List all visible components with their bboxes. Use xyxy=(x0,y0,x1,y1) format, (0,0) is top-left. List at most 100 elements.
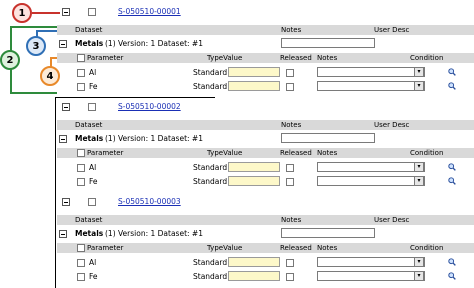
notes-column-header-2: Notes xyxy=(317,54,338,62)
typevalue-input[interactable] xyxy=(228,67,280,77)
notes-select[interactable] xyxy=(317,67,425,77)
sample-block: S-050510-00002 Dataset Notes User Desc Metal… xyxy=(57,98,474,193)
callout-3: 3 xyxy=(26,36,46,56)
sample-checkbox[interactable] xyxy=(88,198,96,206)
dataset-collapse-toggle[interactable] xyxy=(59,135,67,143)
notes-column-header-2: Notes xyxy=(317,244,338,252)
dataset-column-header: Dataset xyxy=(75,121,103,129)
condition-dropdown[interactable]: ▾ xyxy=(414,67,424,77)
select-all-parameters-checkbox[interactable] xyxy=(77,54,85,62)
condition-column-header: Condition xyxy=(410,244,444,252)
typevalue-input[interactable] xyxy=(228,257,280,267)
parameter-type: Standard xyxy=(193,68,228,77)
dropdown-arrow-icon: ▾ xyxy=(417,82,421,89)
dataset-name: Metals xyxy=(75,39,104,48)
magnifier-icon[interactable] xyxy=(448,258,456,266)
released-checkbox[interactable] xyxy=(286,164,294,172)
typevalue-input[interactable] xyxy=(228,162,280,172)
parameter-type: Standard xyxy=(193,258,228,267)
parameter-checkbox[interactable] xyxy=(77,259,85,267)
condition-dropdown[interactable]: ▾ xyxy=(414,257,424,267)
parameter-checkbox[interactable] xyxy=(77,83,85,91)
magnifier-icon[interactable] xyxy=(448,177,456,185)
parameter-type: Standard xyxy=(193,272,228,281)
sample-collapse-toggle[interactable] xyxy=(62,8,70,16)
dataset-meta: (1) Version: 1 Dataset: #1 xyxy=(105,39,203,48)
parameter-column-header: Parameter xyxy=(87,54,124,62)
notes-column-header: Notes xyxy=(281,26,302,34)
released-checkbox[interactable] xyxy=(286,69,294,77)
typevalue-column-header: TypeValue xyxy=(207,149,243,157)
sample-checkbox[interactable] xyxy=(88,103,96,111)
condition-dropdown[interactable]: ▾ xyxy=(414,81,424,91)
callout-4-label: 4 xyxy=(46,70,54,82)
sample-collapse-toggle[interactable] xyxy=(62,198,70,206)
callout-2-bracket-top xyxy=(10,26,57,28)
sample-checkbox[interactable] xyxy=(88,8,96,16)
callout-1-label: 1 xyxy=(18,7,26,19)
typevalue-column-header: TypeValue xyxy=(207,54,243,62)
typevalue-input[interactable] xyxy=(228,176,280,186)
magnifier-icon[interactable] xyxy=(448,68,456,76)
user-desc-column-header: User Desc xyxy=(374,121,410,129)
dataset-notes-input[interactable] xyxy=(281,133,375,143)
dataset-notes-input[interactable] xyxy=(281,228,375,238)
magnifier-icon[interactable] xyxy=(448,272,456,280)
released-checkbox[interactable] xyxy=(286,178,294,186)
sample-block: S-050510-00003 Dataset Notes User Desc Metal… xyxy=(57,193,474,288)
released-checkbox[interactable] xyxy=(286,273,294,281)
notes-select[interactable] xyxy=(317,271,425,281)
notes-select[interactable] xyxy=(317,257,425,267)
notes-select[interactable] xyxy=(317,81,425,91)
dropdown-arrow-icon: ▾ xyxy=(417,163,421,170)
parameter-name: Fe xyxy=(89,82,98,91)
magnifier-icon[interactable] xyxy=(448,163,456,171)
dataset-column-header: Dataset xyxy=(75,26,103,34)
dataset-header-bar: Dataset Notes User Desc xyxy=(57,215,474,225)
select-all-parameters-checkbox[interactable] xyxy=(77,244,85,252)
parameter-checkbox[interactable] xyxy=(77,69,85,77)
sample-block: S-050510-00001 Dataset Notes User Desc Metal… xyxy=(57,3,474,98)
condition-dropdown[interactable]: ▾ xyxy=(414,271,424,281)
parameter-column-header: Parameter xyxy=(87,149,124,157)
notes-column-header: Notes xyxy=(281,121,302,129)
sample-id-link[interactable]: S-050510-00001 xyxy=(118,7,181,16)
parameter-header-bar: Parameter TypeValue Released Notes Condition xyxy=(57,148,474,158)
dataset-notes-input[interactable] xyxy=(281,38,375,48)
parameter-type: Standard xyxy=(193,163,228,172)
dataset-collapse-toggle[interactable] xyxy=(59,40,67,48)
condition-dropdown[interactable]: ▾ xyxy=(414,176,424,186)
sample-collapse-toggle[interactable] xyxy=(62,103,70,111)
released-checkbox[interactable] xyxy=(286,83,294,91)
parameter-column-header: Parameter xyxy=(87,244,124,252)
notes-select[interactable] xyxy=(317,162,425,172)
condition-column-header: Condition xyxy=(410,149,444,157)
condition-dropdown[interactable]: ▾ xyxy=(414,162,424,172)
parameter-name: Al xyxy=(89,163,97,172)
parameter-type: Standard xyxy=(193,82,228,91)
dataset-meta: (1) Version: 1 Dataset: #1 xyxy=(105,134,203,143)
dataset-collapse-toggle[interactable] xyxy=(59,230,67,238)
notes-select[interactable] xyxy=(317,176,425,186)
dataset-name: Metals xyxy=(75,229,104,238)
callout-1-leader xyxy=(32,12,60,14)
select-all-parameters-checkbox[interactable] xyxy=(77,149,85,157)
user-desc-column-header: User Desc xyxy=(374,216,410,224)
parameter-checkbox[interactable] xyxy=(77,164,85,172)
parameter-header-bar: Parameter TypeValue Released Notes Condition xyxy=(57,243,474,253)
magnifier-icon[interactable] xyxy=(448,82,456,90)
released-checkbox[interactable] xyxy=(286,259,294,267)
parameter-checkbox[interactable] xyxy=(77,273,85,281)
callout-1: 1 xyxy=(12,3,32,23)
typevalue-input[interactable] xyxy=(228,271,280,281)
dropdown-arrow-icon: ▾ xyxy=(417,272,421,279)
parameter-checkbox[interactable] xyxy=(77,178,85,186)
notes-column-header-2: Notes xyxy=(317,149,338,157)
dropdown-arrow-icon: ▾ xyxy=(417,258,421,265)
sample-id-link[interactable]: S-050510-00003 xyxy=(118,197,181,206)
dataset-name: Metals xyxy=(75,134,104,143)
group-frame-left xyxy=(55,97,56,288)
dropdown-arrow-icon: ▾ xyxy=(417,68,421,75)
sample-id-link[interactable]: S-050510-00002 xyxy=(118,102,181,111)
typevalue-input[interactable] xyxy=(228,81,280,91)
